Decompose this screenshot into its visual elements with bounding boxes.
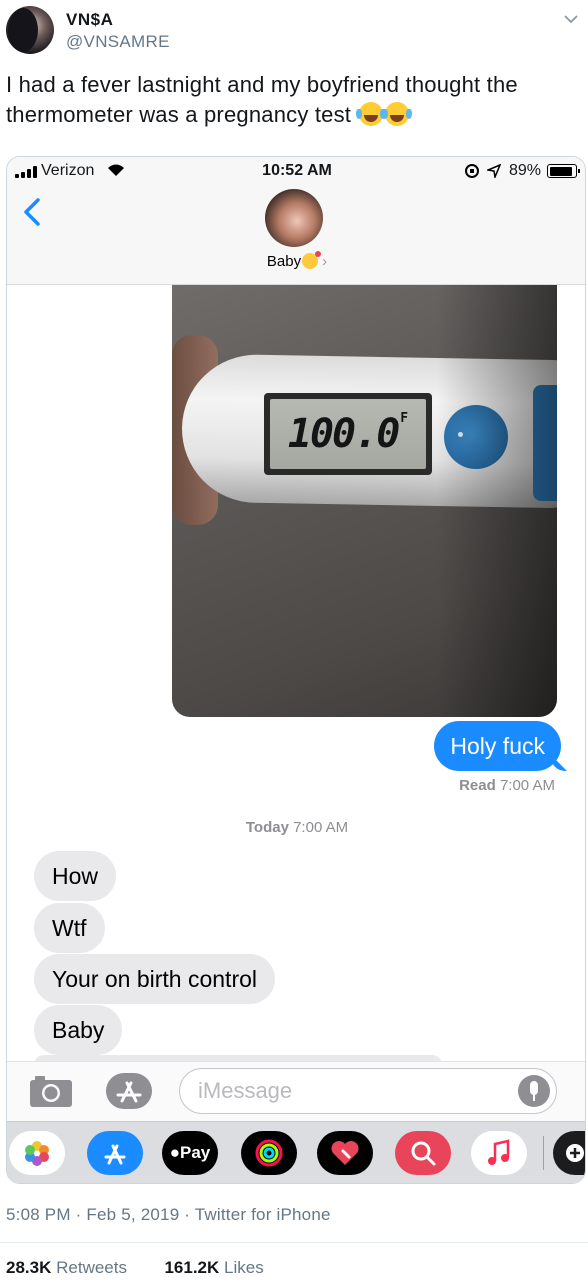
thermometer-unit: F: [400, 411, 409, 426]
thermometer-reading: 100.0: [287, 411, 400, 457]
tweet-text: I had a fever lastnight and my boyfriend…: [6, 70, 584, 130]
thermometer-display: 100.0 F: [264, 393, 432, 475]
apple-pay-app-button[interactable]: ● Pay: [162, 1131, 218, 1175]
tweet-body: I had a fever lastnight and my boyfriend…: [6, 72, 518, 127]
incoming-message[interactable]: Wtf: [34, 903, 105, 953]
messages-header: Verizon 10:52 AM 89% Baby ›: [7, 157, 585, 285]
app-drawer: ● Pay: [7, 1121, 585, 1183]
photos-icon: [25, 1141, 49, 1166]
battery-percent: 89%: [508, 162, 541, 179]
day-label: Today: [245, 819, 289, 836]
app-store-app-button[interactable]: [87, 1131, 143, 1175]
tweet-header: VN$A @VNSAMRE: [6, 6, 582, 58]
app-store-icon[interactable]: [105, 1072, 153, 1110]
conversation-timestamp: Today 7:00 AM: [7, 819, 585, 836]
back-chevron-icon[interactable]: [21, 197, 43, 227]
search-images-icon: [411, 1141, 436, 1166]
laughing-tears-emoji-icon: [356, 102, 384, 126]
read-receipt: Read 7:00 AM: [459, 777, 555, 794]
retweets-stat[interactable]: 28.3K Retweets: [6, 1258, 127, 1277]
retweets-label: Retweets: [56, 1258, 127, 1277]
likes-stat[interactable]: 161.2K Likes: [164, 1258, 263, 1277]
read-time: 7:00 AM: [499, 777, 555, 794]
contact-name: Baby: [266, 253, 302, 270]
contact-name-row[interactable]: Baby ›: [7, 251, 585, 270]
location-arrow-icon: [486, 164, 501, 178]
sent-photo[interactable]: 100.0 F: [172, 285, 557, 717]
chevron-right-icon: ›: [322, 253, 328, 270]
more-apps-button[interactable]: [553, 1131, 585, 1175]
apple-logo-icon: ●: [169, 1143, 181, 1162]
music-app-button[interactable]: [471, 1131, 527, 1175]
likes-label: Likes: [224, 1258, 264, 1277]
smiling-hearts-emoji-icon: [302, 251, 322, 269]
author-handle[interactable]: @VNSAMRE: [66, 32, 170, 52]
digital-touch-icon: [331, 1141, 359, 1165]
incoming-message[interactable]: How: [34, 851, 117, 901]
rotation-lock-icon: [464, 164, 479, 178]
activity-app-button[interactable]: [241, 1131, 297, 1175]
app-store-icon: [104, 1144, 126, 1165]
photos-app-button[interactable]: [9, 1131, 65, 1175]
incoming-message[interactable]: Your on birth control: [34, 954, 276, 1004]
outgoing-message[interactable]: Holy fuck: [434, 721, 561, 771]
contact-avatar[interactable]: [265, 189, 323, 247]
apple-pay-label: Pay: [180, 1143, 211, 1162]
status-bar: Verizon 10:52 AM 89%: [7, 157, 585, 185]
battery-icon: [547, 164, 580, 178]
tweet-stats: 28.3K Retweets 161.2K Likes: [6, 1258, 264, 1278]
read-label: Read: [459, 777, 496, 794]
chevron-down-icon[interactable]: [562, 10, 580, 28]
microphone-icon[interactable]: [518, 1075, 550, 1107]
status-right: 89%: [464, 162, 580, 180]
music-icon: [488, 1139, 510, 1165]
author-avatar[interactable]: [6, 6, 54, 54]
day-time: 7:00 AM: [293, 819, 349, 836]
imessage-placeholder: iMessage: [198, 1078, 293, 1103]
activity-icon: [255, 1139, 283, 1167]
laughing-tears-emoji-icon: [382, 102, 410, 126]
author-display-name[interactable]: VN$A: [66, 10, 113, 30]
camera-icon[interactable]: [29, 1074, 73, 1108]
imessage-input[interactable]: iMessage: [179, 1068, 557, 1114]
likes-count: 161.2K: [164, 1258, 220, 1277]
message-composer: iMessage: [7, 1061, 585, 1121]
retweets-count: 28.3K: [6, 1258, 52, 1277]
stats-divider: [0, 1242, 588, 1243]
attached-screenshot[interactable]: Verizon 10:52 AM 89% Baby › 100.0 F Holy…: [6, 156, 586, 1184]
incoming-message[interactable]: Baby: [34, 1005, 123, 1055]
digital-touch-app-button[interactable]: [317, 1131, 373, 1175]
more-apps-icon: [566, 1144, 584, 1162]
tweet-meta[interactable]: 5:08 PM · Feb 5, 2019 · Twitter for iPho…: [6, 1205, 331, 1225]
drawer-divider: [543, 1136, 544, 1170]
image-search-app-button[interactable]: [395, 1131, 451, 1175]
